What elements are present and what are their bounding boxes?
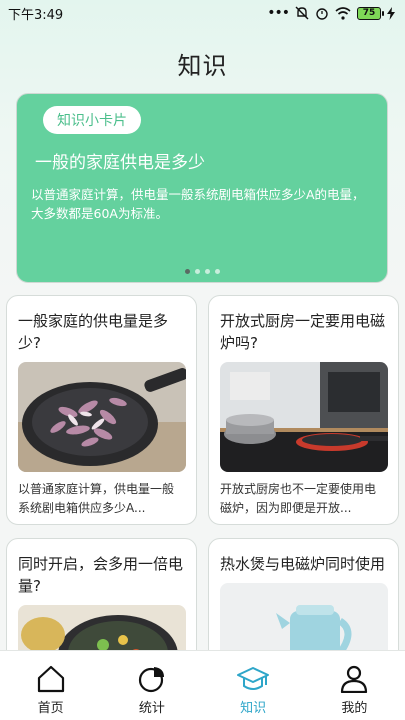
battery-icon: 75: [357, 6, 384, 20]
article-card[interactable]: 热水煲与电磁炉同时使用: [208, 538, 399, 668]
page-title: 知识: [177, 52, 228, 80]
article-card[interactable]: 同时开启，会多用一倍电量?: [6, 538, 197, 668]
status-icons: ••• 75: [267, 5, 395, 21]
tab-profile[interactable]: 我的: [304, 651, 405, 720]
article-title: 一般家庭的供电量是多少?: [18, 312, 169, 352]
carousel-dot[interactable]: [194, 269, 200, 274]
carousel-indicator[interactable]: [17, 269, 387, 274]
article-card[interactable]: 开放式厨房一定要用电磁炉吗? 开放式厨房也不一定要使用电磁炉，因为即便是开放..…: [208, 295, 399, 525]
tab-label: 统计: [138, 701, 165, 716]
tab-label: 知识: [240, 701, 267, 716]
article-title: 热水煲与电磁炉同时使用: [220, 555, 386, 573]
home-icon: [37, 665, 64, 693]
tab-home[interactable]: 首页: [0, 651, 101, 720]
hero-description: 以普通家庭计算，供电量一般系统剧电箱供应多少A的电量，大多数都是60A为标准。: [31, 187, 365, 221]
more-dots-icon: •••: [267, 5, 290, 21]
kitchen-induction-photo: [220, 362, 388, 472]
article-title: 同时开启，会多用一倍电量?: [18, 555, 184, 595]
graduation-cap-icon: [237, 667, 270, 690]
article-card[interactable]: 一般家庭的供电量是多少? 以普通家庭计算，供电量一般系统剧电箱供应多少A...: [6, 295, 197, 525]
tab-statistics[interactable]: 统计: [101, 651, 202, 720]
carousel-dot[interactable]: [184, 269, 190, 274]
pan-of-onions-photo: [18, 362, 186, 472]
charging-bolt-icon: [387, 6, 395, 20]
carousel-dot[interactable]: [204, 269, 210, 274]
status-bar: 下午3:49 ••• 75: [0, 0, 405, 26]
bottom-tab-bar: 首页 统计 知识 我的: [0, 650, 405, 720]
wifi-icon: [335, 6, 351, 20]
article-summary: 以普通家庭计算，供电量一般系统剧电箱供应多少A...: [18, 482, 175, 515]
mute-icon: [295, 6, 309, 20]
hero-badge: 知识小卡片: [43, 106, 141, 134]
tab-label: 首页: [37, 701, 64, 716]
hero-title: 一般的家庭供电是多少: [35, 153, 205, 173]
carousel-dot[interactable]: [214, 269, 220, 274]
pie-chart-icon: [138, 667, 164, 693]
article-title: 开放式厨房一定要用电磁炉吗?: [220, 312, 386, 352]
alarm-icon: [316, 8, 328, 20]
user-icon: [341, 665, 368, 693]
article-summary: 开放式厨房也不一定要使用电磁炉，因为即便是开放...: [220, 482, 377, 515]
status-time: 下午3:49: [8, 7, 64, 23]
tab-label: 我的: [341, 701, 368, 716]
knowledge-hero-card[interactable]: 知识小卡片 一般的家庭供电是多少 以普通家庭计算，供电量一般系统剧电箱供应多少A…: [16, 93, 388, 283]
tab-knowledge[interactable]: 知识: [203, 651, 304, 720]
